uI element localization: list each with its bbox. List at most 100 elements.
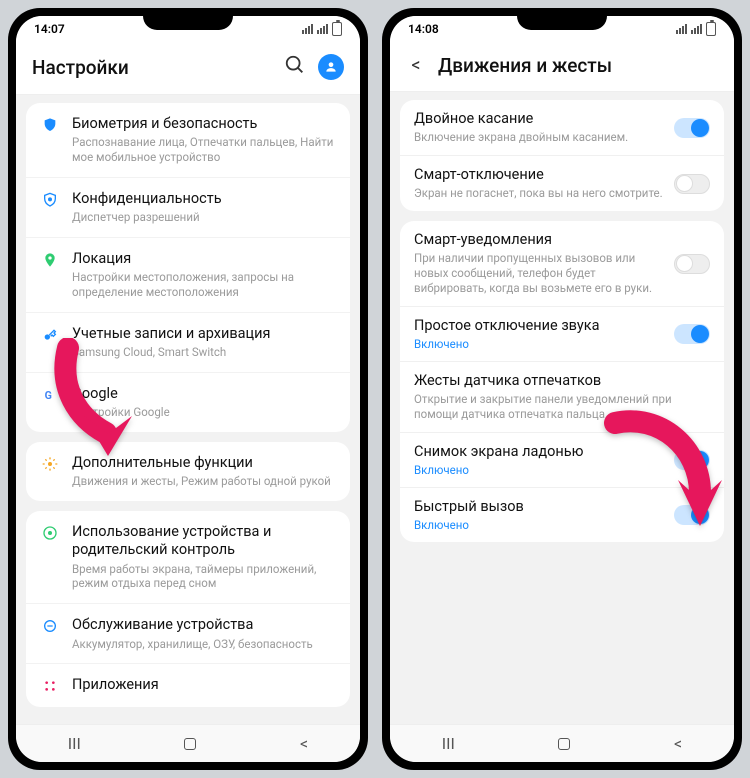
settings-item-devicecare[interactable]: Обслуживание устройства Аккумулятор, хра… — [26, 604, 350, 664]
item-title: Снимок экрана ладонью — [414, 443, 664, 461]
toggle-switch[interactable] — [674, 118, 710, 138]
nav-home[interactable] — [184, 738, 196, 750]
item-status: Включено — [414, 337, 664, 351]
item-fingerprint-gestures[interactable]: Жесты датчика отпечатков Открытие и закр… — [400, 362, 724, 433]
nav-back[interactable]: < — [300, 734, 308, 753]
item-subtitle: Настройки местоположения, запросы на опр… — [72, 270, 336, 300]
settings-list: Биометрия и безопасность Распознавание л… — [16, 95, 360, 724]
key-icon — [40, 325, 60, 343]
item-palm-swipe[interactable]: Снимок экрана ладонью Включено — [400, 433, 724, 488]
settings-item-biometrics[interactable]: Биометрия и безопасность Распознавание л… — [26, 103, 350, 178]
page-title: Настройки — [32, 56, 272, 79]
settings-item-advanced[interactable]: Дополнительные функции Движения и жесты,… — [26, 442, 350, 501]
settings-card: Биометрия и безопасность Распознавание л… — [26, 103, 350, 432]
settings-item-google[interactable]: G Google Настройки Google — [26, 373, 350, 432]
battery-icon — [706, 22, 716, 36]
status-icons — [676, 22, 716, 36]
item-title: Дополнительные функции — [72, 454, 336, 472]
item-title: Конфиденциальность — [72, 190, 336, 208]
item-subtitle: Время работы экрана, таймеры приложений,… — [72, 562, 336, 592]
settings-card: Дополнительные функции Движения и жесты,… — [26, 442, 350, 501]
pin-icon — [40, 250, 60, 268]
settings-card: Смарт-уведомления При наличии пропущенны… — [400, 221, 724, 542]
item-title: Google — [72, 385, 336, 403]
signal-icon — [317, 24, 328, 34]
wellbeing-icon — [40, 523, 60, 541]
item-title: Учетные записи и архивация — [72, 325, 336, 343]
item-easy-mute[interactable]: Простое отключение звука Включено — [400, 307, 724, 362]
settings-item-privacy[interactable]: Конфиденциальность Диспетчер разрешений — [26, 178, 350, 238]
settings-card: Двойное касание Включение экрана двойным… — [400, 100, 724, 211]
settings-item-wellbeing[interactable]: Использование устройства и родительский … — [26, 511, 350, 604]
status-time: 14:08 — [408, 22, 439, 36]
item-subtitle: Включение экрана двойным касанием. — [414, 130, 664, 145]
screen-left: 14:07 Настройки Биометрия и безопасн — [16, 16, 360, 762]
item-subtitle: Экран не погаснет, пока вы на него смотр… — [414, 186, 664, 201]
shield-icon — [40, 115, 60, 133]
phone-left: 14:07 Настройки Биометрия и безопасн — [8, 8, 368, 770]
gear-icon — [40, 454, 60, 472]
settings-item-accounts[interactable]: Учетные записи и архивация Samsung Cloud… — [26, 313, 350, 373]
signal-icon — [676, 24, 687, 34]
apps-icon — [40, 676, 60, 694]
item-title: Простое отключение звука — [414, 317, 664, 335]
screen-right: 14:08 < Движения и жесты Двойное касание… — [390, 16, 734, 762]
page-title: Движения и жесты — [438, 54, 718, 77]
toggle-switch[interactable] — [674, 324, 710, 344]
device-care-icon — [40, 616, 60, 634]
status-time: 14:07 — [34, 22, 65, 36]
shield-lock-icon — [40, 190, 60, 208]
item-direct-call[interactable]: Быстрый вызов Включено — [400, 488, 724, 542]
notch — [517, 8, 607, 30]
status-icons — [302, 22, 342, 36]
settings-item-apps[interactable]: Приложения — [26, 664, 350, 706]
notch — [143, 8, 233, 30]
item-smart-alert[interactable]: Смарт-уведомления При наличии пропущенны… — [400, 221, 724, 307]
item-status: Включено — [414, 518, 664, 532]
google-icon: G — [40, 385, 60, 403]
nav-home[interactable] — [558, 738, 570, 750]
item-subtitle: Samsung Cloud, Smart Switch — [72, 345, 336, 360]
svg-text:G: G — [45, 389, 52, 402]
item-status: Включено — [414, 463, 664, 477]
settings-item-location[interactable]: Локация Настройки местоположения, запрос… — [26, 238, 350, 313]
signal-icon — [302, 24, 313, 34]
item-title: Приложения — [72, 676, 336, 694]
header: < Движения и жесты — [390, 42, 734, 92]
search-icon[interactable] — [284, 54, 306, 80]
item-title: Биометрия и безопасность — [72, 115, 336, 133]
item-title: Жесты датчика отпечатков — [414, 372, 710, 390]
battery-icon — [332, 22, 342, 36]
account-avatar-icon[interactable] — [318, 54, 344, 80]
item-double-tap[interactable]: Двойное касание Включение экрана двойным… — [400, 100, 724, 156]
phone-right: 14:08 < Движения и жесты Двойное касание… — [382, 8, 742, 770]
nav-recents[interactable]: III — [442, 734, 455, 753]
header: Настройки — [16, 42, 360, 95]
item-smart-stay[interactable]: Смарт-отключение Экран не погаснет, пока… — [400, 156, 724, 211]
item-subtitle: Распознавание лица, Отпечатки пальцев, Н… — [72, 135, 336, 165]
nav-back[interactable]: < — [674, 734, 682, 753]
item-title: Смарт-уведомления — [414, 231, 664, 249]
settings-card: Использование устройства и родительский … — [26, 511, 350, 706]
nav-recents[interactable]: III — [68, 734, 81, 753]
item-title: Использование устройства и родительский … — [72, 523, 336, 559]
item-title: Быстрый вызов — [414, 498, 664, 516]
item-title: Обслуживание устройства — [72, 616, 336, 634]
toggle-switch[interactable] — [674, 505, 710, 525]
toggle-switch[interactable] — [674, 174, 710, 194]
nav-bar: III < — [390, 724, 734, 762]
item-title: Локация — [72, 250, 336, 268]
item-subtitle: Движения и жесты, Режим работы одной рук… — [72, 474, 336, 489]
item-subtitle: Открытие и закрытие панели уведомлений п… — [414, 392, 710, 422]
back-icon[interactable]: < — [406, 55, 426, 76]
item-subtitle: Аккумулятор, хранилище, ОЗУ, безопасност… — [72, 637, 336, 652]
item-title: Смарт-отключение — [414, 166, 664, 184]
item-subtitle: Настройки Google — [72, 405, 336, 420]
motions-list: Двойное касание Включение экрана двойным… — [390, 92, 734, 724]
item-subtitle: Диспетчер разрешений — [72, 210, 336, 225]
signal-icon — [691, 24, 702, 34]
toggle-switch[interactable] — [674, 450, 710, 470]
nav-bar: III < — [16, 724, 360, 762]
toggle-switch[interactable] — [674, 254, 710, 274]
item-subtitle: При наличии пропущенных вызовов или новы… — [414, 251, 664, 296]
